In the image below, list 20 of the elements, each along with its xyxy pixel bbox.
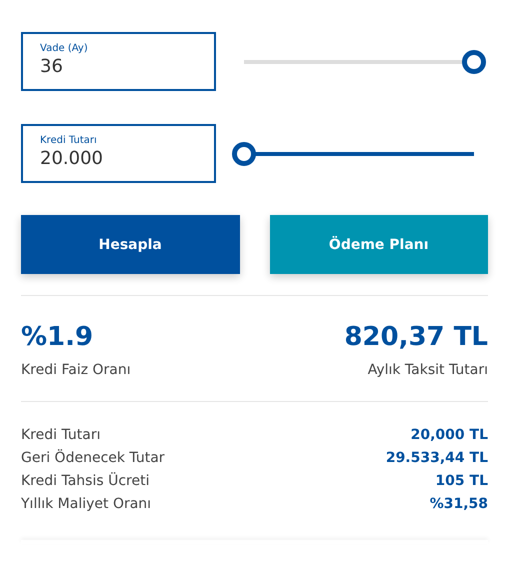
summary-value: %1.9 <box>21 322 94 352</box>
payment-plan-button[interactable]: Ödeme Planı <box>270 215 488 274</box>
value-input[interactable]: 36 <box>40 54 190 77</box>
input-field[interactable]: Vade (Ay) 36 <box>21 32 216 91</box>
slider-thumb[interactable] <box>462 50 486 74</box>
slider-thumb[interactable] <box>232 142 256 166</box>
detail-value: 29.533,44 TL <box>386 450 488 466</box>
detail-value: 20,000 TL <box>410 427 488 443</box>
value-input[interactable]: 20.000 <box>40 146 190 169</box>
detail-label: Kredi Tahsis Ücreti <box>21 473 150 489</box>
detail-label: Kredi Tutarı <box>21 427 100 443</box>
summary-label: Aylık Taksit Tutarı <box>368 362 488 378</box>
summary-label: Kredi Faiz Oranı <box>21 362 131 378</box>
calculate-button[interactable]: Hesapla <box>21 215 240 274</box>
input-field[interactable]: Kredi Tutarı 20.000 <box>21 124 216 183</box>
detail-value: 105 TL <box>435 473 488 489</box>
detail-value: %31,58 <box>430 496 488 512</box>
detail-label: Yıllık Maliyet Oranı <box>21 496 152 512</box>
detail-label: Geri Ödenecek Tutar <box>21 450 165 466</box>
summary-value: 820,37 TL <box>344 322 488 352</box>
